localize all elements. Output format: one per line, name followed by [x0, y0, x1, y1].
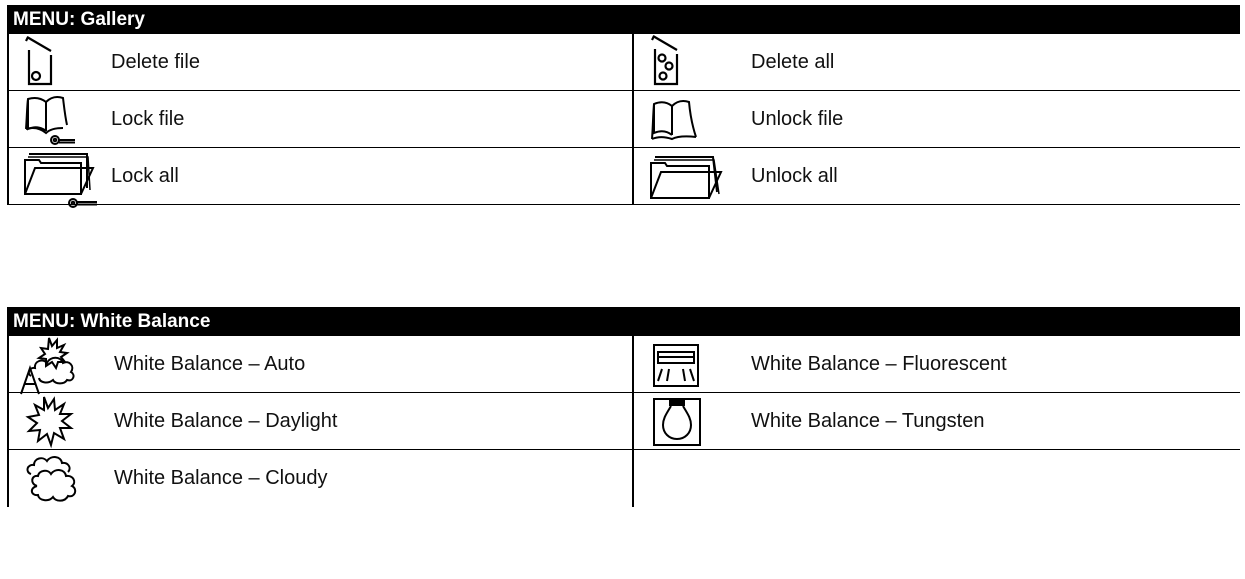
lock-file-label: Lock file	[111, 108, 185, 130]
gallery-menu-table: Delete file Delete all Lock file Unlock …	[7, 34, 1240, 208]
white-balance-menu-header: MENU: White Balance	[7, 307, 1240, 336]
table-row: Lock file Unlock file	[7, 91, 1240, 148]
wb-cloudy-label: White Balance – Cloudy	[114, 467, 328, 489]
wb-fluorescent-label: White Balance – Fluorescent	[751, 353, 1007, 375]
white-balance-menu-table: White Balance – Auto White Balance – Flu…	[7, 336, 1240, 507]
gallery-menu-section: MENU: Gallery Delete file Delete all Loc…	[7, 5, 1240, 208]
white-balance-menu-section: MENU: White Balance White Balance – Auto	[7, 307, 1240, 507]
wb-auto-icon	[20, 337, 75, 395]
wb-auto-label: White Balance – Auto	[114, 353, 306, 375]
table-row: Delete file Delete all	[7, 34, 1240, 91]
unlock-file-icon	[651, 100, 697, 141]
wb-cloudy-icon	[26, 456, 77, 502]
unlock-all-icon	[650, 156, 723, 199]
delete-file-label: Delete file	[111, 51, 200, 73]
wb-daylight-label: White Balance – Daylight	[114, 410, 338, 432]
empty-cell	[633, 450, 1240, 507]
delete-file-icon	[25, 36, 53, 86]
table-row: White Balance – Cloudy	[7, 450, 1240, 507]
wb-tungsten-label: White Balance – Tungsten	[751, 410, 985, 432]
wb-fluorescent-icon	[653, 344, 699, 387]
lock-all-label: Lock all	[111, 165, 179, 187]
lock-file-icon	[25, 96, 75, 145]
wb-tungsten-icon	[653, 398, 701, 446]
wb-daylight-icon	[25, 396, 74, 449]
unlock-all-label: Unlock all	[751, 165, 838, 187]
delete-all-label: Delete all	[751, 51, 835, 73]
gallery-menu-header: MENU: Gallery	[7, 5, 1240, 34]
delete-all-icon	[651, 35, 679, 86]
table-row: White Balance – Daylight White Balance –…	[7, 393, 1240, 450]
lock-all-icon	[24, 153, 97, 208]
unlock-file-label: Unlock file	[751, 108, 844, 130]
table-row: Lock all Unlock all	[7, 148, 1240, 208]
table-row: White Balance – Auto White Balance – Flu…	[7, 336, 1240, 395]
